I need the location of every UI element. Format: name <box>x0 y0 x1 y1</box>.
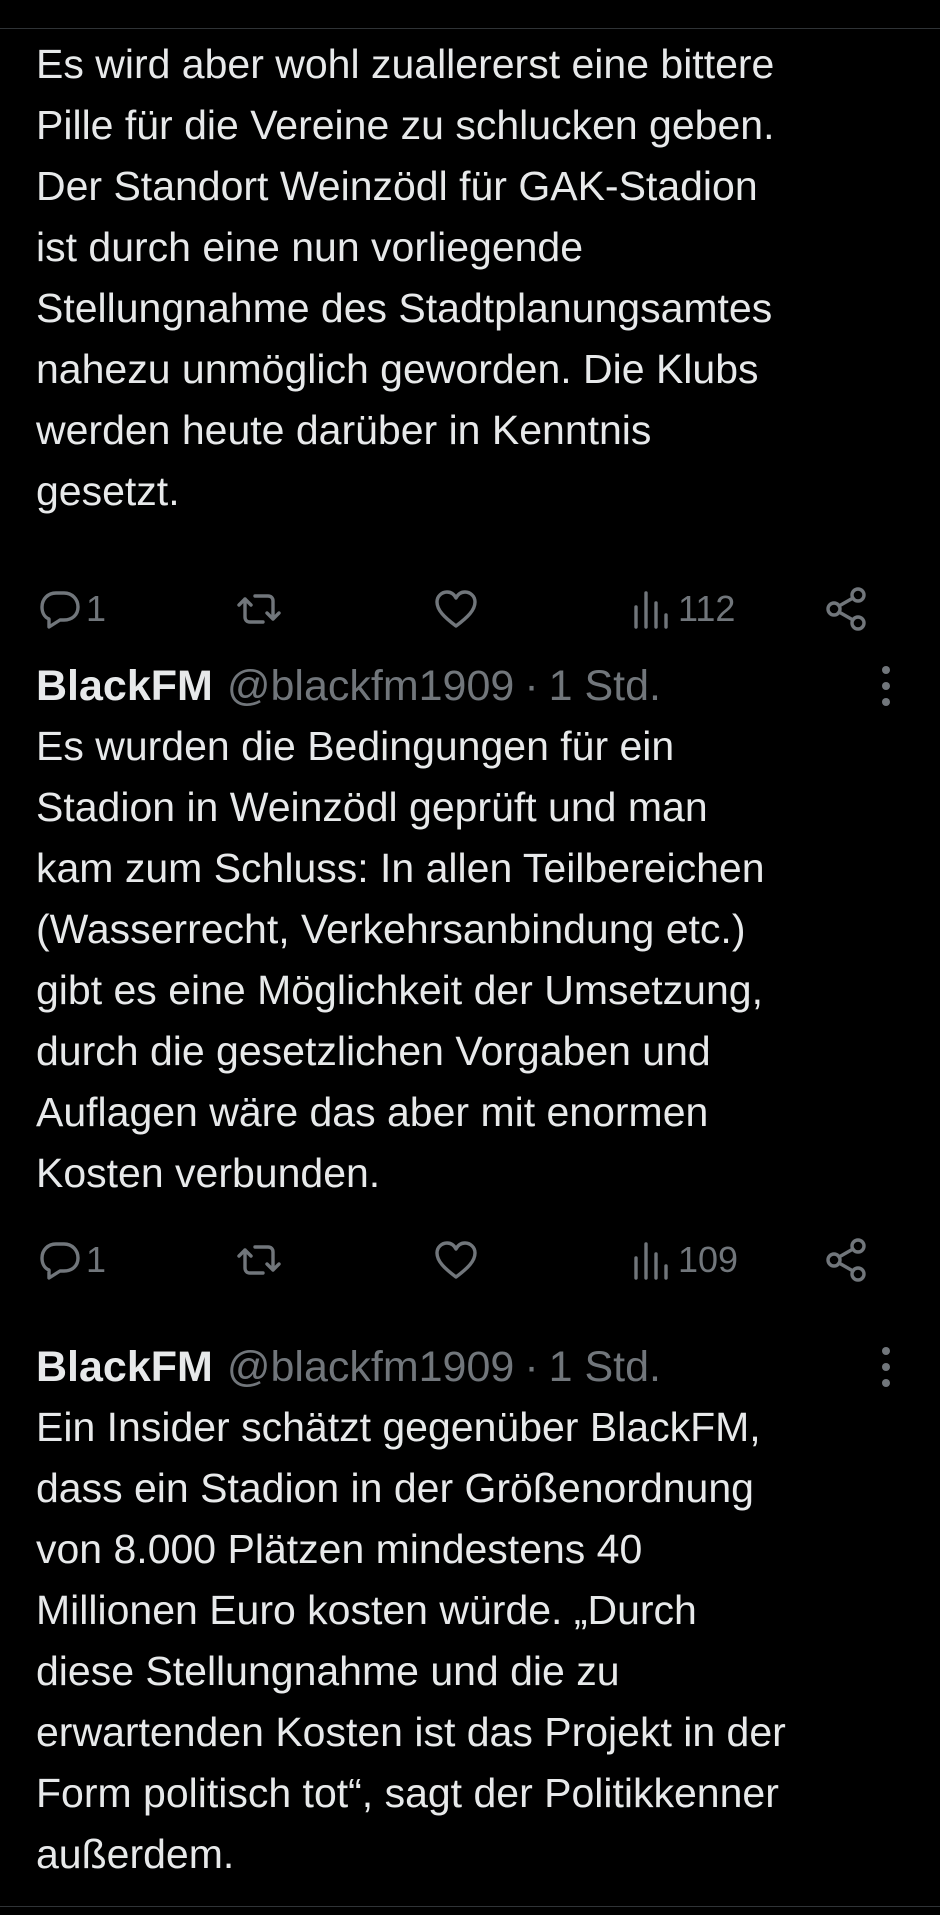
reply-count: 1 <box>86 588 107 629</box>
views-count: 112 <box>678 588 736 629</box>
views-icon <box>634 591 668 629</box>
repost-icon <box>237 594 281 624</box>
reply-icon <box>40 591 80 629</box>
like-button[interactable] <box>432 1230 480 1290</box>
tweet-header: BlackFM @blackfm1909 · 1 Std. <box>36 656 661 716</box>
bottom-divider <box>0 1906 940 1907</box>
tweet-text: Es wurden die Bedingungen für ein Stadio… <box>36 723 765 1196</box>
tweet-header: BlackFM @blackfm1909 · 1 Std. <box>36 1337 661 1397</box>
tweet-text: Ein Insider schätzt gegenüber BlackFM, d… <box>36 1404 786 1877</box>
share-icon <box>826 1238 866 1282</box>
top-divider <box>0 0 940 29</box>
tweet-2[interactable]: BlackFM @blackfm1909 · 1 Std. Es wurden … <box>0 656 940 1282</box>
share-button[interactable] <box>822 579 870 639</box>
repost-button[interactable] <box>235 579 283 639</box>
tweet-actions: 1 112 <box>0 579 940 639</box>
display-name[interactable]: BlackFM <box>36 662 213 711</box>
user-handle[interactable]: @blackfm1909 <box>227 662 514 711</box>
heart-icon <box>435 1241 477 1279</box>
views-button[interactable]: 109 <box>628 1230 738 1290</box>
tweet-1[interactable]: Es wird aber wohl zuallererst eine bitte… <box>0 34 940 631</box>
reply-button[interactable]: 1 <box>36 579 106 639</box>
repost-button[interactable] <box>235 1230 283 1290</box>
reply-icon <box>40 1242 80 1280</box>
share-icon <box>826 587 866 631</box>
more-icon[interactable] <box>880 666 892 706</box>
tweet-actions: 1 109 <box>0 1230 940 1290</box>
tweet-text: Es wird aber wohl zuallererst eine bitte… <box>36 41 775 514</box>
views-count: 109 <box>678 1239 739 1280</box>
separator-dot: · <box>524 1342 539 1391</box>
display-name[interactable]: BlackFM <box>36 1343 213 1392</box>
heart-icon <box>435 590 477 628</box>
user-handle[interactable]: @blackfm1909 <box>227 1343 514 1392</box>
timestamp[interactable]: 1 Std. <box>549 1343 661 1392</box>
repost-icon <box>237 1245 281 1275</box>
tweet-3[interactable]: BlackFM @blackfm1909 · 1 Std. Ein Inside… <box>0 1337 940 1897</box>
reply-count: 1 <box>86 1239 107 1280</box>
views-icon <box>634 1242 668 1280</box>
separator-dot: · <box>524 661 539 710</box>
more-icon[interactable] <box>880 1347 892 1387</box>
share-button[interactable] <box>822 1230 870 1290</box>
timestamp[interactable]: 1 Std. <box>549 662 661 711</box>
like-button[interactable] <box>432 579 480 639</box>
views-button[interactable]: 112 <box>628 579 735 639</box>
reply-button[interactable]: 1 <box>36 1230 106 1290</box>
